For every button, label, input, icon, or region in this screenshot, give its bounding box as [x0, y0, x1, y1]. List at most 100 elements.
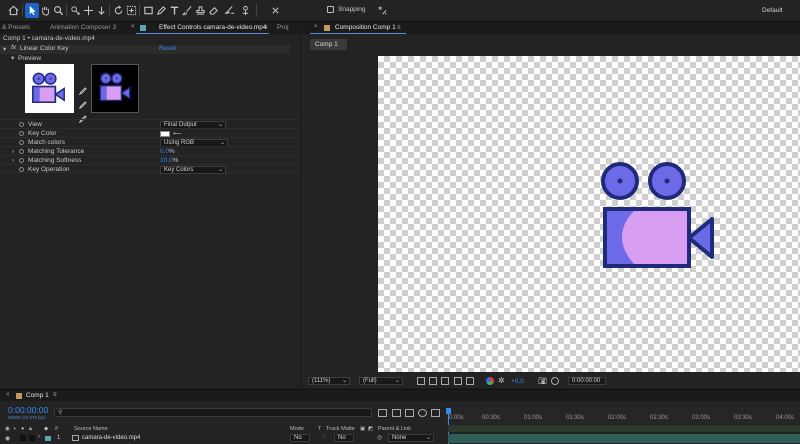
layer-name[interactable]: camara-de-video.mp4 — [82, 435, 140, 441]
color-channels-icon[interactable] — [486, 377, 494, 385]
key-operation-dropdown[interactable]: Key Colors ⌄ — [160, 166, 226, 174]
solo-icon[interactable]: ● — [21, 426, 24, 432]
fast-preview-icon[interactable] — [417, 377, 425, 385]
roto-brush-tool-icon[interactable] — [222, 3, 236, 18]
stopwatch-icon[interactable] — [19, 167, 24, 172]
layer-label-color[interactable] — [45, 436, 51, 441]
column-parent-link[interactable]: Parent & Link — [378, 426, 411, 432]
stopwatch-icon[interactable] — [19, 140, 24, 145]
eyedropper-icon[interactable] — [78, 87, 87, 98]
clone-stamp-tool-icon[interactable] — [193, 3, 207, 18]
mask-visibility-icon[interactable] — [441, 377, 449, 385]
tab-project[interactable]: Proj — [277, 24, 289, 34]
label-icon[interactable]: ◆ — [44, 426, 48, 432]
type-tool-icon[interactable] — [167, 3, 181, 18]
puppet-pin-tool-icon[interactable] — [238, 3, 252, 18]
preserve-transparency-icon[interactable]: ◌ — [322, 434, 326, 440]
grid-guides-icon[interactable] — [466, 377, 474, 385]
audio-icon[interactable]: ◖ — [13, 426, 16, 432]
shy-layers-icon[interactable] — [405, 409, 414, 417]
track-matte-dropdown[interactable]: No — [334, 434, 354, 442]
transparency-grid-icon[interactable] — [429, 377, 437, 385]
fx-icon[interactable]: fx — [11, 44, 16, 51]
matte-toggle-icon[interactable]: ▣ — [360, 426, 365, 432]
column-track-matte[interactable]: Track Matte — [326, 426, 355, 432]
stopwatch-icon[interactable] — [19, 149, 24, 154]
comp-flowchart-tab[interactable]: Comp 1 — [310, 39, 347, 50]
draft-3d-icon[interactable] — [392, 409, 401, 417]
stopwatch-icon[interactable] — [19, 158, 24, 163]
tab-animation-composer[interactable]: Animation Composer 3 — [50, 24, 116, 34]
effect-header-row[interactable]: ▾ fx Linear Color Key Reset — [0, 44, 290, 54]
anchor-point-tool-icon[interactable] — [124, 3, 138, 18]
layer-search-input[interactable]: ⚲ — [54, 408, 372, 417]
tab-effects-presets[interactable]: & Presets — [2, 24, 30, 34]
composition-mini-flowchart-icon[interactable] — [378, 409, 387, 417]
value[interactable]: 0,0 — [160, 148, 169, 155]
solo-toggle[interactable] — [20, 435, 26, 441]
motion-blur-icon[interactable] — [418, 409, 427, 417]
zoom-tool-icon[interactable] — [51, 3, 65, 18]
composition-canvas[interactable] — [378, 56, 800, 372]
matte-invert-icon[interactable]: ◩ — [368, 426, 373, 432]
column-t[interactable]: T — [318, 426, 321, 432]
pick-whip-icon[interactable]: ◎ — [377, 434, 382, 441]
selection-tool-icon[interactable] — [25, 3, 39, 18]
value[interactable]: 10,0 — [160, 157, 173, 164]
home-icon[interactable] — [6, 3, 20, 18]
hash-icon: # — [55, 426, 59, 432]
tab-timeline-comp[interactable]: Comp 1 — [26, 392, 49, 399]
hand-tool-icon[interactable] — [38, 3, 52, 18]
region-of-interest-icon[interactable] — [454, 377, 462, 385]
layer-duration-bar[interactable] — [448, 434, 800, 443]
stopwatch-icon[interactable] — [19, 122, 24, 127]
rotation-tool-icon[interactable] — [111, 3, 125, 18]
collapse-chevron-icon[interactable]: ▾ — [3, 45, 6, 53]
snapping-extra-icon[interactable] — [375, 3, 389, 18]
graph-editor-icon[interactable] — [431, 409, 440, 417]
pan-3d-tool-icon[interactable] — [81, 3, 95, 18]
stopwatch-icon[interactable] — [19, 131, 24, 136]
dolly-tool-icon[interactable] — [94, 3, 108, 18]
video-visibility-icon[interactable]: ◉ — [5, 435, 10, 442]
brush-tool-icon[interactable] — [180, 3, 194, 18]
snapping-checkbox[interactable] — [327, 6, 334, 13]
column-mode[interactable]: Mode — [290, 426, 304, 432]
current-time-field[interactable]: 0:00:00:00 — [568, 377, 606, 385]
close-tab-icon[interactable]: × — [131, 24, 138, 31]
orbit-tool-icon[interactable] — [68, 3, 82, 18]
show-snapshot-icon[interactable] — [551, 377, 559, 385]
workspace-label[interactable]: Default — [762, 7, 783, 14]
tab-menu-icon[interactable]: ≡ — [53, 392, 57, 398]
parent-dropdown[interactable]: None ⌄ — [388, 434, 434, 442]
lock-icon[interactable]: 🔒︎ — [29, 426, 32, 433]
resolution-dropdown[interactable]: (Full) ⌄ — [359, 377, 403, 385]
column-source-name[interactable]: Source Name — [74, 426, 108, 432]
eyedropper-icon-2[interactable] — [78, 101, 87, 112]
exposure-icon[interactable]: ✲ — [498, 376, 505, 385]
tab-menu-icon[interactable]: ≡ — [264, 25, 268, 31]
time-ruler[interactable] — [446, 404, 800, 424]
snapshot-camera-icon[interactable]: 📷︎ — [538, 377, 547, 385]
exposure-value[interactable]: +0,0 — [511, 378, 524, 385]
layer-row[interactable]: ◉ › 1 camara-de-video.mp4 No ◌ No ◎ None… — [0, 434, 446, 443]
zoom-dropdown[interactable]: (111%) ⌄ — [308, 377, 350, 385]
preview-label: Preview — [18, 55, 42, 62]
close-tab-icon[interactable]: × — [314, 24, 318, 30]
tab-menu-icon[interactable]: ≡ — [397, 25, 401, 31]
lock-toggle[interactable] — [29, 435, 35, 441]
preview-chevron-icon[interactable]: ▾ — [11, 54, 14, 62]
close-tab-icon[interactable]: × — [6, 392, 10, 398]
rectangle-tool-icon[interactable] — [141, 3, 155, 18]
current-time-display[interactable]: 0:00:00:00 — [8, 405, 48, 415]
expand-toolbar-icon[interactable] — [268, 3, 282, 18]
expand-layer-chevron-icon[interactable]: › — [38, 434, 40, 440]
blend-mode-dropdown[interactable]: No — [290, 434, 310, 442]
ruler-tick: 0:00s — [449, 415, 464, 421]
work-area-bar[interactable] — [448, 425, 800, 432]
video-camera-graphic[interactable] — [600, 161, 716, 269]
reset-button[interactable]: Reset — [159, 45, 176, 52]
eraser-tool-icon[interactable] — [206, 3, 220, 18]
eye-icon[interactable]: ◉ — [5, 426, 10, 432]
pen-tool-icon[interactable] — [154, 3, 168, 18]
